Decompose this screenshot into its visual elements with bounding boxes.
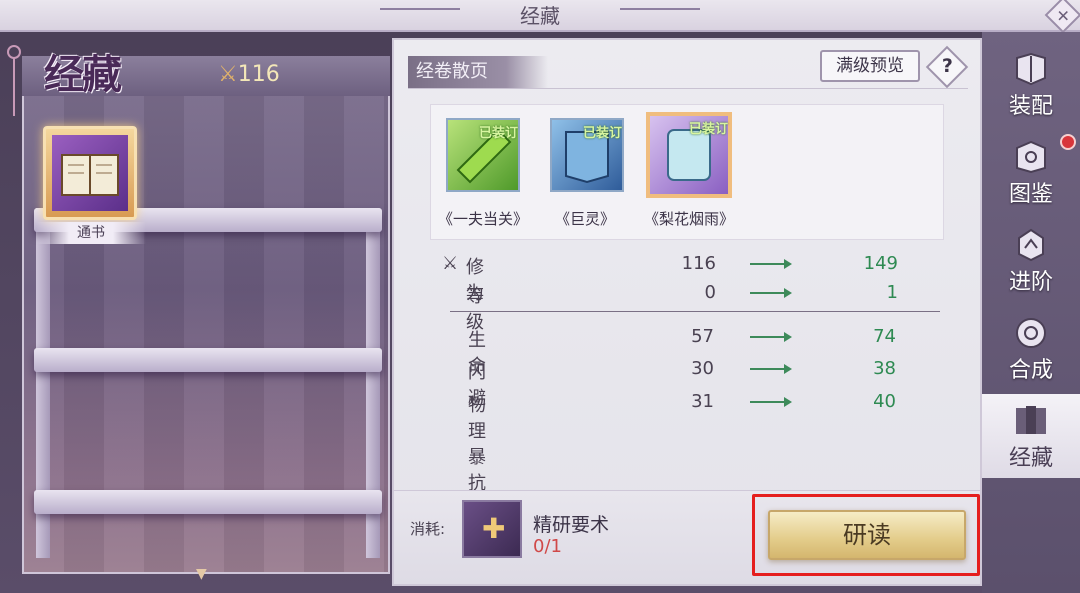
notification-dot [1060,134,1076,150]
section-divider [408,88,968,89]
tab-advance[interactable]: 进阶 [982,218,1080,304]
crossed-swords-icon: ⚔ [218,62,238,87]
arrow-right-icon [750,364,792,374]
close-icon: ✕ [1056,6,1070,26]
tab-label: 合成 [1008,358,1053,383]
arrow-right-icon [750,288,792,298]
scroll-card-1[interactable]: 已装订 [446,118,520,192]
power-value: 116 [237,62,280,87]
tab-scripture[interactable]: 经藏 [982,394,1080,478]
cost-label: 消耗: [410,520,446,538]
scripture-icon [1016,406,1046,434]
stat-from: 57 [691,326,714,347]
stat-from: 116 [681,253,716,274]
tab-label: 经藏 [1008,446,1053,471]
title-ornament-right [620,8,700,10]
stat-from: 30 [691,358,714,379]
study-button[interactable]: 研读 [768,510,966,560]
scroll-card-3[interactable]: 已装订 [646,112,732,198]
stat-from: 0 [704,282,716,303]
arrow-right-icon [750,259,792,269]
knot-ornament-icon [7,45,21,116]
title-bar: 经藏 ✕ [0,0,1080,34]
scroll-name-1: 《一夫当关》 [437,210,528,228]
stat-to: 40 [873,391,896,412]
stat-label: 物理暴抗 [468,395,486,494]
tab-equip[interactable]: 装配 [982,42,1080,128]
cost-item-name: 精研要术 [533,514,610,536]
bound-badge: 已装订 [478,126,518,141]
tab-label: 进阶 [1008,270,1053,295]
scripture-title: 经藏 [44,51,122,98]
book-name: 通书 [36,222,146,244]
tab-label: 图鉴 [1008,182,1053,207]
tab-label: 装配 [1008,94,1053,119]
scroll-down-icon[interactable]: ▼ [196,566,207,582]
cost-item-count: 0/1 [533,536,562,557]
stats-divider [450,311,940,312]
scroll-name-2: 《巨灵》 [554,210,615,228]
title-ornament-left [380,8,460,10]
equip-icon [1016,52,1046,86]
arrow-right-icon [750,397,792,407]
shelf-2 [34,348,382,372]
scroll-name-3: 《梨花烟雨》 [643,210,734,228]
window-title: 经藏 [520,4,560,28]
crossed-swords-icon: ⚔ [442,253,459,274]
bound-badge: 已装订 [688,122,728,137]
scroll-card-2[interactable]: 已装订 [550,118,624,192]
bound-badge: 已装订 [582,126,622,141]
stat-to: 74 [873,326,896,347]
shelf-3 [34,490,382,514]
book-icon [52,135,128,211]
research-manual-icon: ✚ [482,512,506,545]
arrow-right-icon [750,332,792,342]
cost-item-slot[interactable]: ✚ [462,500,522,558]
book-slot-selected[interactable] [43,126,137,220]
stat-to: 1 [886,282,898,303]
stat-to: 38 [873,358,896,379]
codex-icon [1016,140,1046,174]
close-button[interactable]: ✕ [1044,0,1080,34]
stat-from: 31 [691,391,714,412]
stat-to: 149 [863,253,898,274]
advance-icon [1018,228,1044,262]
section-title: 经卷散页 [408,56,548,88]
power-display: ⚔116 [218,62,280,87]
tab-synthesis[interactable]: 合成 [982,306,1080,392]
max-level-preview-button[interactable]: 满级预览 [820,50,920,82]
help-icon: ? [941,54,953,77]
synthesis-icon [1016,318,1046,348]
